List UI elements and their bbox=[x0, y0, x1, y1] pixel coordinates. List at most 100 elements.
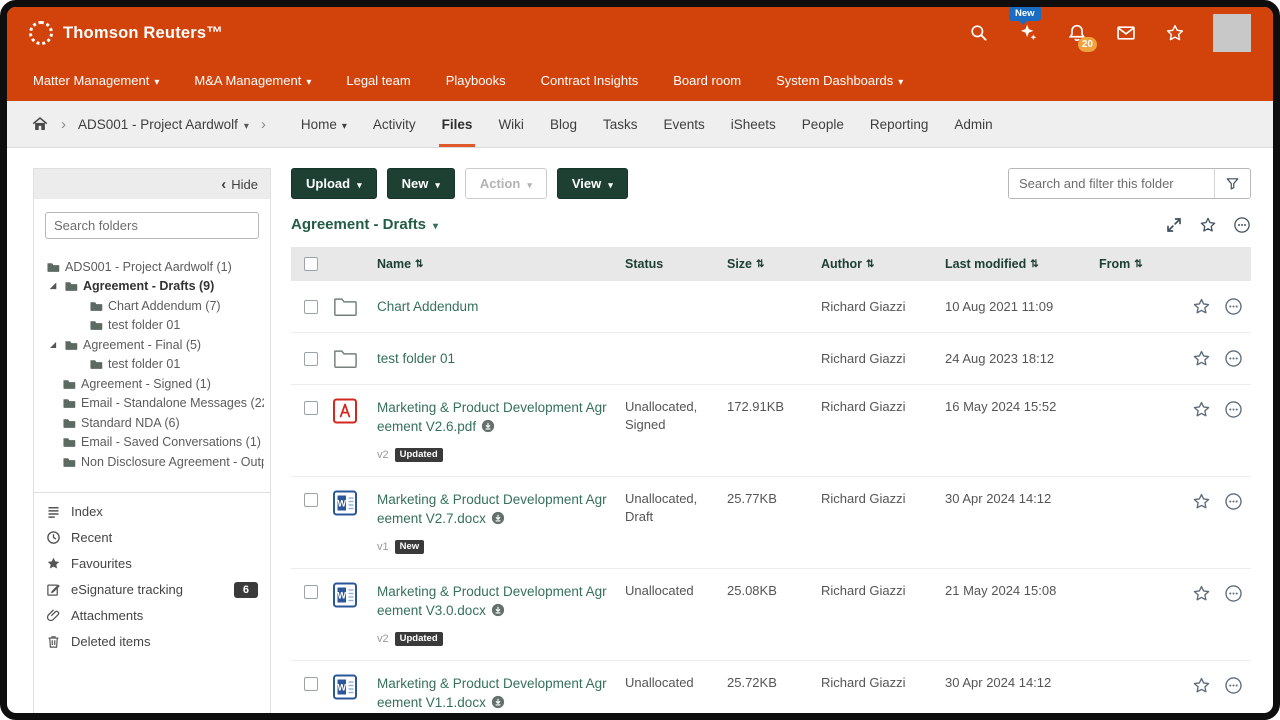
version-status-badge: New bbox=[395, 540, 425, 554]
column-header-modified[interactable]: Last modified bbox=[945, 257, 1099, 271]
user-avatar[interactable] bbox=[1213, 14, 1251, 52]
column-header-author[interactable]: Author bbox=[821, 257, 945, 271]
sidebar-item-deleted-items[interactable]: Deleted items bbox=[44, 629, 260, 655]
search-folders-input[interactable] bbox=[45, 212, 259, 239]
filter-funnel-button[interactable] bbox=[1214, 169, 1250, 198]
tree-item-test-folder-2[interactable]: test folder 01 bbox=[46, 355, 264, 375]
row-more-options-icon[interactable] bbox=[1224, 676, 1243, 695]
download-icon[interactable] bbox=[491, 695, 505, 709]
tab-reporting[interactable]: Reporting bbox=[857, 101, 942, 147]
nav-legal-team[interactable]: Legal team bbox=[346, 73, 410, 88]
favourite-folder-star-icon[interactable] bbox=[1198, 215, 1217, 234]
row-favourite-star-icon[interactable] bbox=[1192, 676, 1211, 695]
tree-item-nda-output[interactable]: Non Disclosure Agreement - Output bbox=[46, 452, 264, 472]
column-header-status: Status bbox=[625, 257, 727, 271]
home-icon[interactable] bbox=[31, 115, 49, 133]
row-favourite-star-icon[interactable] bbox=[1192, 584, 1211, 603]
tree-item-chart-addendum[interactable]: Chart Addendum (7) bbox=[46, 296, 264, 316]
search-icon[interactable] bbox=[968, 22, 990, 44]
notifications-bell-icon[interactable]: 20 bbox=[1066, 22, 1088, 44]
tab-blog[interactable]: Blog bbox=[537, 101, 590, 147]
download-icon[interactable] bbox=[491, 603, 505, 617]
tab-activity[interactable]: Activity bbox=[360, 101, 429, 147]
row-more-options-icon[interactable] bbox=[1224, 400, 1243, 419]
search-filter-input[interactable] bbox=[1009, 169, 1214, 198]
row-checkbox[interactable] bbox=[304, 493, 318, 507]
folder-name-link[interactable]: test folder 01 bbox=[377, 351, 455, 366]
current-folder-title[interactable]: Agreement - Drafts bbox=[291, 216, 438, 233]
tab-wiki[interactable]: Wiki bbox=[485, 101, 537, 147]
nav-playbooks[interactable]: Playbooks bbox=[446, 73, 506, 88]
messages-icon[interactable] bbox=[1115, 22, 1137, 44]
row-checkbox[interactable] bbox=[304, 352, 318, 366]
row-more-options-icon[interactable] bbox=[1224, 584, 1243, 603]
row-checkbox[interactable] bbox=[304, 401, 318, 415]
download-icon[interactable] bbox=[491, 511, 505, 525]
row-more-options-icon[interactable] bbox=[1224, 349, 1243, 368]
tab-files[interactable]: Files bbox=[429, 101, 486, 147]
caret-down-icon bbox=[244, 117, 249, 132]
nav-matter-management[interactable]: Matter Management bbox=[33, 73, 159, 88]
sidebar-item-recent[interactable]: Recent bbox=[44, 525, 260, 551]
table-row: Marketing & Product Development Agreemen… bbox=[291, 569, 1251, 661]
column-header-from[interactable]: From bbox=[1099, 257, 1173, 271]
breadcrumb-project[interactable]: ADS001 - Project Aardwolf bbox=[78, 117, 249, 132]
tab-tasks[interactable]: Tasks bbox=[590, 101, 651, 147]
tree-item-email-standalone[interactable]: Email - Standalone Messages (22) bbox=[46, 394, 264, 414]
sidebar-item-index[interactable]: Index bbox=[44, 499, 260, 525]
row-favourite-star-icon[interactable] bbox=[1192, 400, 1211, 419]
favourites-star-icon[interactable] bbox=[1164, 22, 1186, 44]
expand-view-icon[interactable] bbox=[1164, 215, 1183, 234]
clock-icon bbox=[46, 530, 62, 546]
folder-name-link[interactable]: Chart Addendum bbox=[377, 299, 478, 314]
new-button[interactable]: New bbox=[387, 168, 455, 199]
action-button[interactable]: Action bbox=[465, 168, 547, 199]
column-header-name[interactable]: Name bbox=[377, 257, 625, 271]
tree-expander-icon[interactable]: ◢ bbox=[50, 282, 58, 290]
row-favourite-star-icon[interactable] bbox=[1192, 492, 1211, 511]
view-button[interactable]: View bbox=[557, 168, 628, 199]
row-more-options-icon[interactable] bbox=[1224, 492, 1243, 511]
tree-item-agreement-drafts[interactable]: ◢Agreement - Drafts (9) bbox=[46, 277, 264, 297]
row-checkbox[interactable] bbox=[304, 585, 318, 599]
tree-item-agreement-signed[interactable]: Agreement - Signed (1) bbox=[46, 374, 264, 394]
sidebar-item-favourites[interactable]: Favourites bbox=[44, 551, 260, 577]
download-icon[interactable] bbox=[481, 419, 495, 433]
file-name-link[interactable]: Marketing & Product Development Agreemen… bbox=[377, 676, 607, 710]
version-status-badge: Updated bbox=[395, 448, 443, 462]
nav-ma-management[interactable]: M&A Management bbox=[194, 73, 311, 88]
nav-board-room[interactable]: Board room bbox=[673, 73, 741, 88]
nav-system-dashboards[interactable]: System Dashboards bbox=[776, 73, 903, 88]
file-name-link[interactable]: Marketing & Product Development Agreemen… bbox=[377, 400, 607, 434]
tree-item-root[interactable]: ADS001 - Project Aardwolf (1) bbox=[46, 257, 264, 277]
sidebar-item-attachments[interactable]: Attachments bbox=[44, 603, 260, 629]
tree-item-standard-nda[interactable]: Standard NDA (6) bbox=[46, 413, 264, 433]
column-header-size[interactable]: Size bbox=[727, 257, 821, 271]
file-name-link[interactable]: Marketing & Product Development Agreemen… bbox=[377, 584, 607, 618]
folder-more-options-icon[interactable] bbox=[1232, 215, 1251, 234]
sidebar-item-esignature-tracking[interactable]: eSignature tracking6 bbox=[44, 577, 260, 603]
row-checkbox[interactable] bbox=[304, 300, 318, 314]
table-row: test folder 01 Richard Giazzi 24 Aug 202… bbox=[291, 333, 1251, 385]
row-checkbox[interactable] bbox=[304, 677, 318, 691]
tree-item-email-saved[interactable]: Email - Saved Conversations (1) bbox=[46, 433, 264, 453]
hide-sidebar-button[interactable]: ‹ Hide bbox=[34, 169, 270, 199]
main-navigation: Matter Management M&A Management Legal t… bbox=[7, 59, 1273, 101]
tree-expander-icon[interactable]: ◢ bbox=[50, 341, 58, 349]
nav-contract-insights[interactable]: Contract Insights bbox=[541, 73, 639, 88]
tree-item-test-folder[interactable]: test folder 01 bbox=[46, 316, 264, 336]
ai-sparkle-icon[interactable]: New bbox=[1017, 22, 1039, 44]
tree-item-agreement-final[interactable]: ◢Agreement - Final (5) bbox=[46, 335, 264, 355]
file-name-link[interactable]: Marketing & Product Development Agreemen… bbox=[377, 492, 607, 526]
tab-admin[interactable]: Admin bbox=[941, 101, 1005, 147]
upload-button[interactable]: Upload bbox=[291, 168, 377, 199]
tab-isheets[interactable]: iSheets bbox=[718, 101, 789, 147]
word-file-icon bbox=[331, 582, 359, 608]
tab-home[interactable]: Home bbox=[288, 101, 360, 147]
row-favourite-star-icon[interactable] bbox=[1192, 297, 1211, 316]
tab-events[interactable]: Events bbox=[650, 101, 717, 147]
row-favourite-star-icon[interactable] bbox=[1192, 349, 1211, 368]
tab-people[interactable]: People bbox=[789, 101, 857, 147]
row-more-options-icon[interactable] bbox=[1224, 297, 1243, 316]
select-all-checkbox[interactable] bbox=[304, 257, 318, 271]
